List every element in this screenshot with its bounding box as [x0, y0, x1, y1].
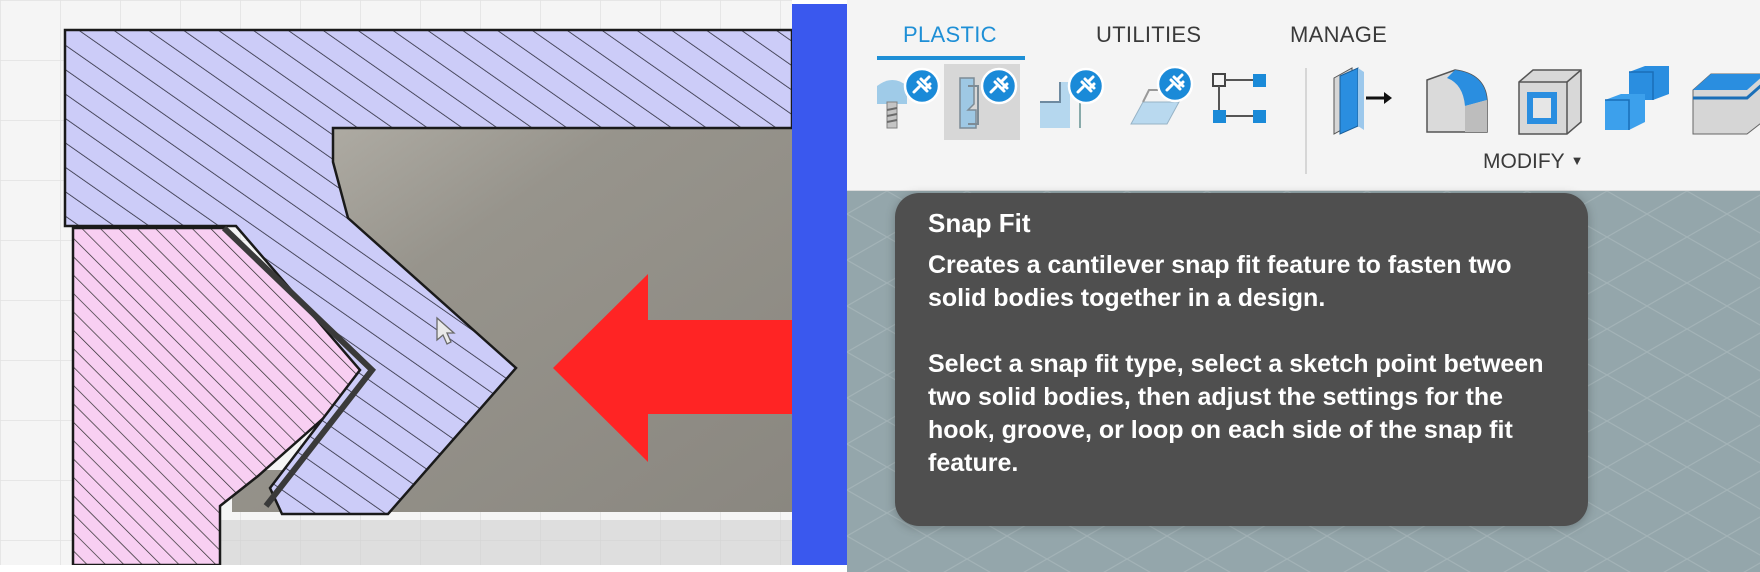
combine-icon [1605, 66, 1669, 130]
snap-fit-tooltip: Snap Fit Creates a cantilever snap fit f… [895, 193, 1588, 526]
rule-fillet-tool-button[interactable] [1205, 64, 1281, 140]
shell-tool-button[interactable] [1511, 64, 1587, 140]
offset-face-icon [1692, 73, 1760, 135]
rib-web-icon [1130, 65, 1194, 125]
snap-fit-tool-button[interactable] [944, 64, 1020, 140]
tooltip-title: Snap Fit [928, 208, 1031, 238]
press-pull-tool-button[interactable] [1326, 64, 1402, 140]
modify-menu-label: MODIFY [1483, 150, 1565, 173]
rib-tool-button[interactable] [1123, 64, 1199, 140]
ribbon-toolbar: PLASTIC UTILITIES MANAGE MODIFY ▼ [847, 0, 1760, 191]
boss-tool-button[interactable] [867, 64, 943, 140]
offset-face-tool-button[interactable] [1689, 64, 1760, 140]
fillet-tool-button[interactable] [1419, 64, 1495, 140]
combine-tool-button[interactable] [1599, 64, 1675, 140]
boss-plug-icon [877, 67, 941, 129]
lip-tool-button[interactable] [1034, 64, 1110, 140]
tab-manage[interactable]: MANAGE [1290, 22, 1387, 48]
tab-utilities[interactable]: UTILITIES [1096, 22, 1201, 48]
lip-groove-icon [1040, 67, 1105, 128]
active-tab-underline [877, 56, 1025, 60]
fillet-icon [1426, 69, 1488, 133]
shell-icon [1518, 69, 1582, 135]
sketch-points-icon [1212, 73, 1266, 123]
modify-menu-button[interactable]: MODIFY ▼ [1483, 150, 1584, 174]
toolbar-separator [1305, 68, 1307, 174]
tab-plastic[interactable]: PLASTIC [903, 22, 997, 48]
section-view-canvas [0, 0, 792, 565]
tooltip-instructions: Select a snap fit type, select a sketch … [928, 350, 1544, 477]
press-pull-icon [1333, 67, 1392, 135]
snap-fit-icon [959, 67, 1018, 129]
tooltip-description: Creates a cantilever snap fit feature to… [928, 251, 1512, 312]
fusion-ui-panel: PLASTIC UTILITIES MANAGE MODIFY ▼ Snap F… [847, 0, 1760, 572]
snap-fit-section-graphic [0, 0, 792, 565]
dropdown-caret-icon: ▼ [1570, 153, 1584, 168]
divider-bar [792, 4, 847, 565]
